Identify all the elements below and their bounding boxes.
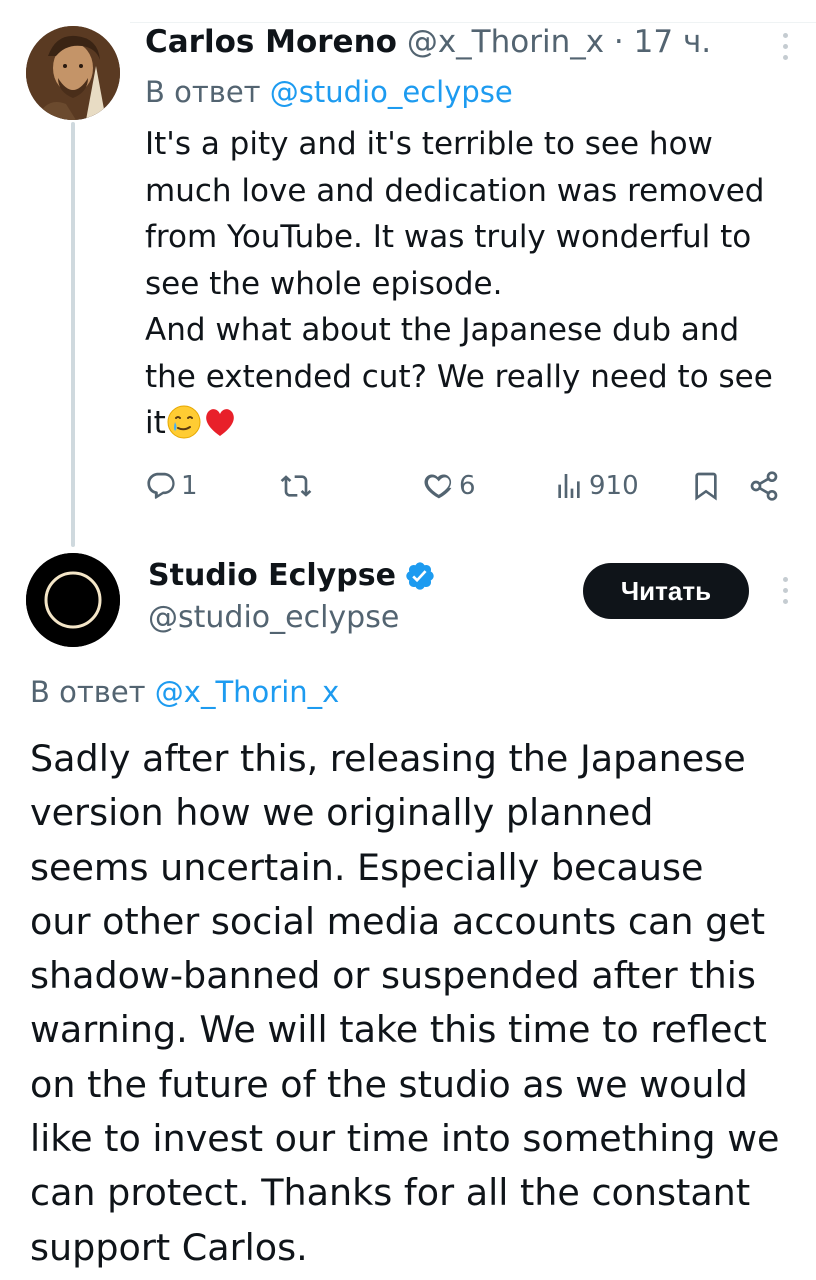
avatar-portrait-icon: [26, 26, 120, 120]
like-count: 6: [459, 471, 476, 501]
like-icon: [424, 474, 452, 499]
share-button[interactable]: [748, 462, 780, 510]
timestamp[interactable]: 17 ч.: [634, 24, 711, 60]
author-name[interactable]: Carlos Moreno: [145, 24, 397, 60]
tweet-text: Sadly after this, releasing the Japanese…: [30, 732, 810, 1275]
reply-prefix: В ответ: [145, 75, 261, 109]
smiling-face-with-tear-emoji: [167, 405, 201, 439]
tweet-text-line: support Carlos.: [30, 1225, 308, 1269]
repost-button[interactable]: [280, 462, 316, 510]
tweet-header: Carlos Moreno @x_Thorin_x · 17 ч.: [145, 22, 711, 62]
reply-context: В ответ @x_Thorin_x: [30, 672, 339, 712]
thread-connector-line: [71, 122, 75, 547]
more-icon[interactable]: [780, 33, 790, 60]
share-icon: [750, 471, 778, 501]
tweet-text-line: from YouTube. It was truly wonderful to: [145, 219, 752, 255]
tweet-text-line: like to invest our time into something w…: [30, 1117, 780, 1161]
author-handle[interactable]: @x_Thorin_x: [407, 24, 604, 60]
tweet-text-line-last: it: [145, 400, 795, 447]
repost-icon: [280, 475, 312, 497]
reply-mention-link[interactable]: @x_Thorin_x: [155, 675, 340, 709]
tweet-text-line: can protect. Thanks for all the constant: [30, 1171, 751, 1215]
avatar[interactable]: [26, 553, 120, 647]
tweet-actions-bar: 1 6 910: [145, 462, 795, 510]
verified-badge-icon[interactable]: [404, 560, 436, 592]
reply-prefix: В ответ: [30, 675, 146, 709]
like-button[interactable]: 6: [423, 462, 476, 510]
bookmark-button[interactable]: [690, 462, 722, 510]
tweet-text-line: And what about the Japanese dub and: [145, 312, 740, 348]
reply-icon: [147, 472, 175, 499]
tweet-text-line: version how we originally planned: [30, 791, 654, 835]
red-heart-emoji: [205, 409, 234, 436]
reply-count: 1: [181, 471, 198, 501]
views-button[interactable]: 910: [553, 462, 639, 510]
bookmark-icon: [695, 472, 717, 501]
author-handle[interactable]: @studio_eclypse: [148, 598, 399, 638]
follow-button[interactable]: Читать: [583, 563, 749, 619]
author-name[interactable]: Studio Eclypse: [148, 556, 396, 596]
tweet-text-line: It's a pity and it's terrible to see how: [145, 126, 713, 162]
author-name-row: Studio Eclypse: [148, 556, 436, 596]
eclipse-logo-icon: [26, 553, 120, 647]
tweet-text-line: warning. We will take this time to refle…: [30, 1008, 767, 1052]
avatar[interactable]: [26, 26, 120, 120]
views-icon: [558, 474, 580, 498]
more-icon[interactable]: [780, 577, 790, 604]
tweet-text-line: Sadly after this, releasing the Japanese: [30, 737, 746, 780]
tweet-text-line: seems uncertain. Especially because: [30, 845, 704, 889]
tweet-text-line: much love and dedication was removed: [145, 172, 765, 209]
reply-mention-link[interactable]: @studio_eclypse: [270, 75, 513, 109]
reply-button[interactable]: 1: [145, 462, 198, 510]
tweet-text-line: shadow-banned or suspended after this: [30, 954, 756, 998]
tweet-text: It's a pity and it's terrible to see how…: [145, 121, 795, 447]
tweet-text-line: our other social media accounts can get: [30, 899, 766, 943]
tweet-text-line: the extended cut? We really need to see: [145, 358, 773, 395]
tweet-text-line: see the whole episode.: [145, 265, 503, 302]
views-count: 910: [589, 471, 639, 501]
tweet-text-fragment: it: [145, 405, 166, 441]
reply-context: В ответ @studio_eclypse: [145, 72, 513, 112]
tweet-text-line: on the future of the studio as we would: [30, 1062, 748, 1106]
separator-dot: ·: [613, 24, 624, 60]
